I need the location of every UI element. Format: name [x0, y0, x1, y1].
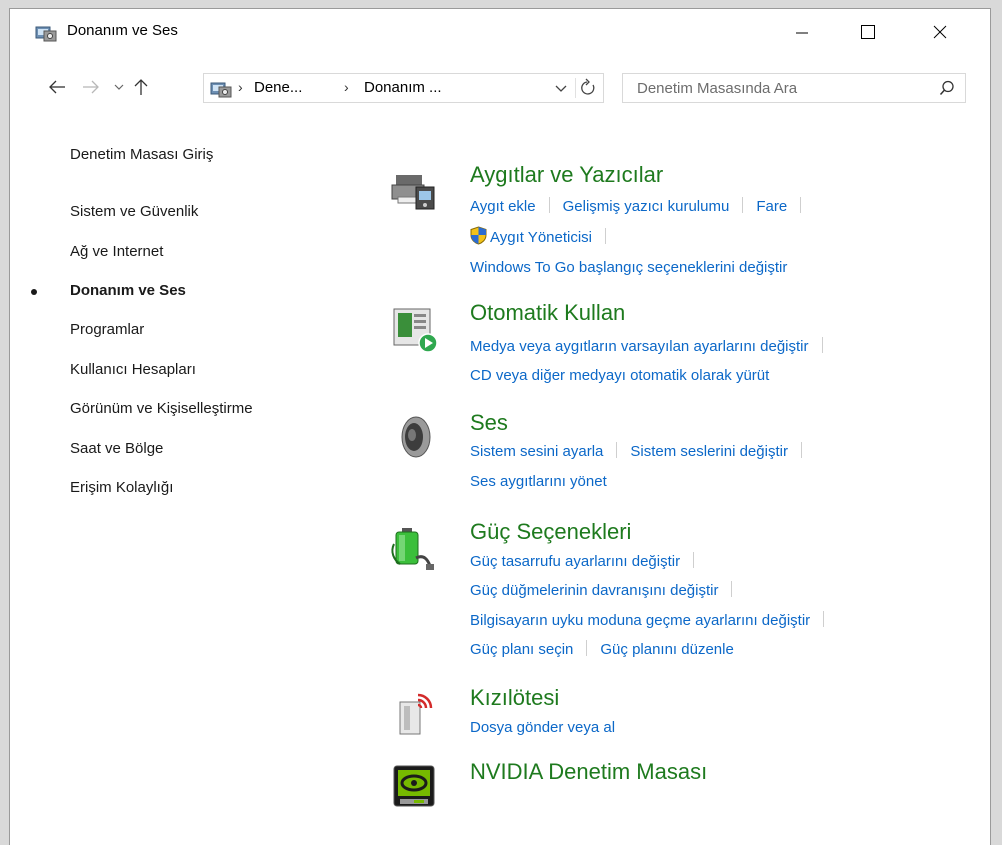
link-device-manager[interactable]: Aygıt Yöneticisi [490, 229, 592, 246]
link-edit-power-plan[interactable]: Güç planını düzenle [600, 641, 733, 658]
control-panel-icon [35, 24, 57, 47]
breadcrumb-hardware-sound[interactable]: Donanım ... [364, 79, 442, 96]
sidebar-item-user-accounts[interactable]: Kullanıcı Hesapları [70, 361, 196, 378]
chevron-down-icon [555, 85, 567, 92]
link-mouse[interactable]: Fare [756, 198, 787, 215]
link-change-system-sounds[interactable]: Sistem seslerini değiştir [630, 443, 788, 460]
divider [548, 197, 550, 213]
back-arrow-icon [49, 80, 65, 94]
address-divider [575, 78, 576, 98]
active-bullet [31, 289, 37, 295]
chevron-down-icon [114, 84, 124, 90]
link-adjust-volume[interactable]: Sistem sesini ayarla [470, 443, 603, 460]
forward-button[interactable] [78, 69, 104, 105]
category-title[interactable]: Kızılötesi [470, 685, 559, 711]
refresh-icon [581, 78, 595, 95]
control-panel-window: Donanım ve Ses › Dene... › Donanım ... D… [9, 8, 991, 845]
title-bar: Donanım ve Ses [10, 9, 990, 55]
control-panel-icon [210, 80, 232, 103]
breadcrumb-separator[interactable]: › [238, 79, 243, 95]
link-row: Aygıt ekle Gelişmiş yazıcı kurulumu Fare [470, 197, 814, 217]
breadcrumb-control-panel[interactable]: Dene... [254, 79, 302, 96]
link-power-button-behavior[interactable]: Güç düğmelerinin davranışını değiştir [470, 582, 718, 599]
category-title[interactable]: Ses [470, 410, 508, 436]
divider [821, 337, 823, 353]
window-title: Donanım ve Ses [67, 22, 178, 39]
link-row: Güç tasarrufu ayarlarını değiştir [470, 552, 707, 572]
up-arrow-icon [134, 79, 148, 95]
nvidia-icon [390, 764, 438, 812]
divider [731, 581, 733, 597]
search-input[interactable]: Denetim Masasında Ara [622, 73, 966, 103]
sidebar-item-system-security[interactable]: Sistem ve Güvenlik [70, 203, 198, 220]
address-bar[interactable]: › Dene... › Donanım ... [203, 73, 604, 103]
sidebar-item-network[interactable]: Ağ ve Internet [70, 243, 163, 260]
category-title[interactable]: Güç Seçenekleri [470, 519, 631, 545]
battery-icon [390, 524, 438, 572]
link-row: Güç düğmelerinin davranışını değiştir [470, 581, 745, 601]
link-row: Bilgisayarın uyku moduna geçme ayarların… [470, 611, 837, 631]
link-advanced-printer-setup[interactable]: Gelişmiş yazıcı kurulumu [563, 198, 730, 215]
search-placeholder: Denetim Masasında Ara [637, 80, 798, 97]
divider [800, 197, 802, 213]
sidebar-item-hardware-sound[interactable]: Donanım ve Ses [31, 282, 186, 299]
link-send-receive-files[interactable]: Dosya gönder veya al [470, 719, 615, 736]
link-choose-power-plan[interactable]: Güç planı seçin [470, 641, 573, 658]
link-add-device[interactable]: Aygıt ekle [470, 198, 536, 215]
category-title[interactable]: Aygıtlar ve Yazıcılar [470, 162, 663, 188]
autoplay-icon [390, 305, 438, 353]
sidebar-item-programs[interactable]: Programlar [70, 321, 144, 338]
search-icon[interactable] [939, 80, 955, 101]
link-row: Sistem sesini ayarla Sistem seslerini değ… [470, 442, 815, 462]
link-row: CD veya diğer medyayı otomatik olarak yü… [470, 366, 769, 386]
link-sleep-settings[interactable]: Bilgisayarın uyku moduna geçme ayarların… [470, 612, 810, 629]
link-windows-to-go[interactable]: Windows To Go başlangıç seçeneklerini de… [470, 259, 787, 276]
divider [823, 611, 825, 627]
category-title[interactable]: Otomatik Kullan [470, 300, 625, 326]
link-row: Windows To Go başlangıç seçeneklerini de… [470, 258, 787, 278]
link-power-saving-settings[interactable]: Güç tasarrufu ayarlarını değiştir [470, 553, 680, 570]
sidebar-item-label: Donanım ve Ses [70, 282, 186, 299]
close-icon [933, 25, 947, 39]
address-history-button[interactable] [554, 78, 568, 103]
link-play-cds-automatically[interactable]: CD veya diğer medyayı otomatik olarak yü… [470, 367, 769, 384]
link-row: Aygıt Yöneticisi [470, 226, 619, 251]
minimize-icon [796, 32, 808, 34]
sidebar-item-clock-region[interactable]: Saat ve Bölge [70, 440, 163, 457]
divider [586, 640, 588, 656]
sidebar-item-home[interactable]: Denetim Masası Giriş [70, 146, 213, 163]
link-row: Ses aygıtlarını yönet [470, 472, 607, 492]
speaker-icon [390, 415, 438, 463]
divider [693, 552, 695, 568]
sidebar-item-ease-of-access[interactable]: Erişim Kolaylığı [70, 479, 173, 496]
divider [800, 442, 802, 458]
divider [616, 442, 618, 458]
navigation-bar: › Dene... › Donanım ... Denetim Masasınd… [10, 69, 990, 105]
divider [605, 228, 607, 244]
refresh-button[interactable] [579, 77, 599, 104]
divider [742, 197, 744, 213]
link-change-media-defaults[interactable]: Medya veya aygıtların varsayılan ayarlar… [470, 338, 809, 355]
printer-icon [390, 167, 438, 215]
uac-shield-icon [470, 226, 487, 251]
close-button[interactable] [910, 9, 970, 55]
link-row: Medya veya aygıtların varsayılan ayarlar… [470, 337, 836, 357]
link-row: Dosya gönder veya al [470, 718, 615, 738]
sidebar-item-appearance[interactable]: Görünüm ve Kişiselleştirme [70, 400, 253, 417]
maximize-button[interactable] [838, 9, 898, 55]
minimize-button[interactable] [772, 9, 832, 55]
infrared-icon [390, 690, 438, 738]
breadcrumb-separator[interactable]: › [344, 79, 349, 95]
link-manage-audio-devices[interactable]: Ses aygıtlarını yönet [470, 473, 607, 490]
link-row: Güç planı seçin Güç planını düzenle [470, 640, 734, 660]
maximize-icon [861, 25, 875, 39]
forward-arrow-icon [83, 80, 99, 94]
category-title[interactable]: NVIDIA Denetim Masası [470, 759, 707, 785]
back-button[interactable] [44, 69, 70, 105]
up-button[interactable] [128, 69, 154, 105]
